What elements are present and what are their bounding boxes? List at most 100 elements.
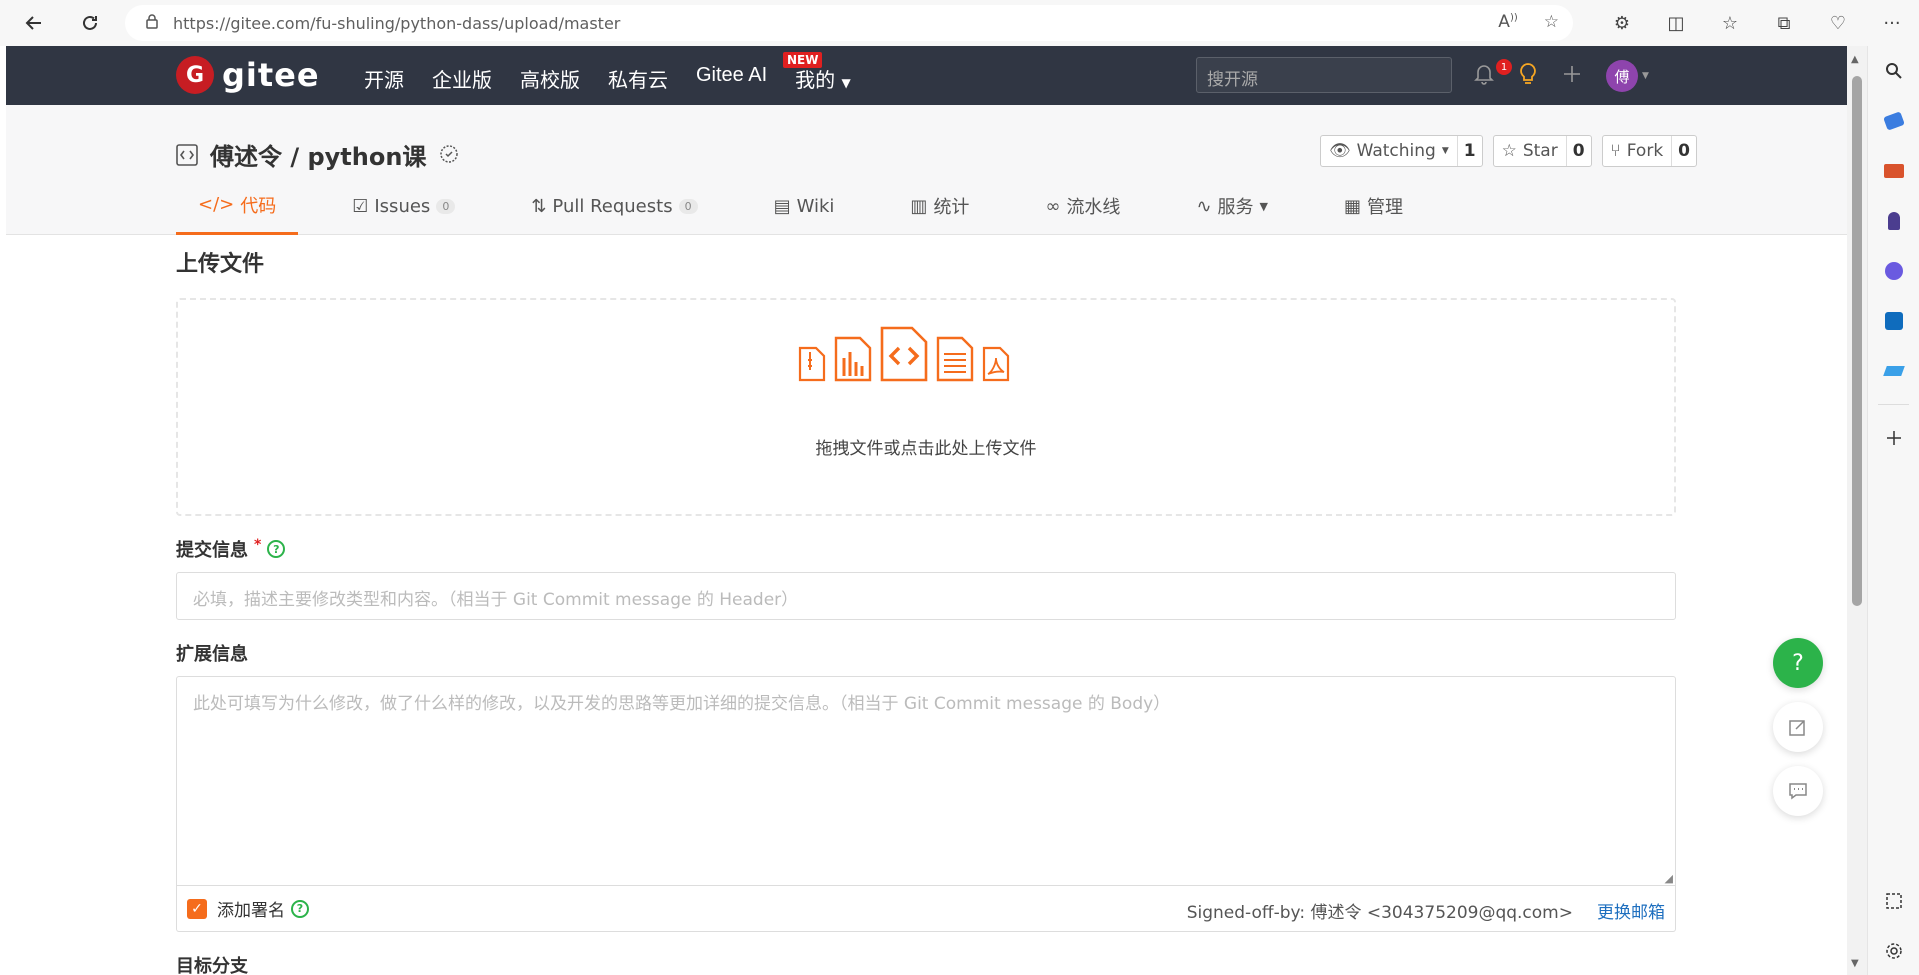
settings-gear-icon[interactable] xyxy=(1868,926,1919,975)
feedback-edit-button[interactable] xyxy=(1773,702,1823,752)
tab-manage[interactable]: ▦ 管理 xyxy=(1322,187,1425,235)
url-text: https://gitee.com/fu-shuling/python-dass… xyxy=(173,13,621,33)
back-button[interactable] xyxy=(16,5,52,41)
resize-handle-icon[interactable]: ◢ xyxy=(1665,872,1673,885)
favorite-star-icon[interactable]: ☆ xyxy=(1544,12,1559,32)
file-type-icons xyxy=(798,326,1010,382)
watching-button[interactable]: 👁 Watching ▼ 1 xyxy=(1320,135,1483,167)
search-icon[interactable] xyxy=(1868,46,1919,96)
fork-icon: ⑂ xyxy=(1610,141,1621,161)
scroll-up-arrow-icon[interactable]: ▲ xyxy=(1851,54,1859,65)
caret-down-icon: ▼ xyxy=(1259,199,1268,213)
address-bar[interactable]: https://gitee.com/fu-shuling/python-dass… xyxy=(125,5,1573,41)
upload-dropzone[interactable]: 拖拽文件或点击此处上传文件 xyxy=(176,298,1676,516)
add-signature-checkbox[interactable]: ✓ xyxy=(187,898,207,919)
top-navigation: 开源 企业版 高校版 私有云 Gitee AI 我的 ▼ xyxy=(364,64,879,93)
zip-file-icon xyxy=(798,346,826,382)
pdf-file-icon xyxy=(982,346,1010,382)
avatar-caret-icon[interactable]: ▼ xyxy=(1642,71,1649,81)
tab-pipeline[interactable]: ∞ 流水线 xyxy=(1023,187,1142,235)
commit-message-input[interactable]: 必填，描述主要修改类型和内容。（相当于 Git Commit message 的… xyxy=(176,572,1676,620)
chess-icon[interactable] xyxy=(1868,196,1919,246)
extensions-icon[interactable]: ⚙ xyxy=(1595,6,1649,40)
repo-tabs: </> 代码 ☑ Issues 0 ⇅ Pull Requests 0 ▤ Wi… xyxy=(176,187,1457,235)
watching-count[interactable]: 1 xyxy=(1458,136,1482,166)
user-avatar[interactable]: 傅 xyxy=(1606,60,1638,92)
star-count[interactable]: 0 xyxy=(1567,136,1591,166)
caret-down-icon: ▼ xyxy=(841,76,851,90)
scroll-thumb[interactable] xyxy=(1852,76,1862,606)
refresh-button[interactable] xyxy=(72,5,108,41)
outlook-icon[interactable] xyxy=(1868,296,1919,346)
signed-off-by-text: Signed-off-by: 傅述令 <304375209@qq.com> xyxy=(1186,903,1573,923)
star-button[interactable]: ☆ Star 0 xyxy=(1492,135,1592,167)
header-search-input[interactable]: 搜开源 xyxy=(1196,57,1452,93)
pull-requests-count: 0 xyxy=(678,198,698,214)
repo-name[interactable]: 傅述令 / python课 xyxy=(210,137,426,172)
tab-issues[interactable]: ☑ Issues 0 xyxy=(330,187,477,235)
gitee-header: G gitee 开源 企业版 高校版 私有云 Gitee AI 我的 ▼ NEW… xyxy=(6,46,1847,105)
extended-message-placeholder: 此处可填写为什么修改，做了什么样的修改，以及开发的思路等更加详细的提交信息。（相… xyxy=(193,694,1171,714)
copilot-icon[interactable] xyxy=(1868,246,1919,296)
signoff-row: ✓ 添加署名 ? Signed-off-by: 傅述令 <304375209@q… xyxy=(176,886,1676,932)
toolbox-icon[interactable] xyxy=(1868,146,1919,196)
tab-services[interactable]: ∿ 服务 ▼ xyxy=(1174,187,1290,235)
read-aloud-icon[interactable]: A)) xyxy=(1498,12,1517,32)
nav-mine[interactable]: 我的 ▼ xyxy=(795,64,851,93)
add-icon[interactable] xyxy=(1868,413,1919,463)
star-icon: ☆ xyxy=(1501,141,1517,161)
back-arrow-icon xyxy=(25,16,41,30)
upload-form: 上传文件 拖拽文件或点击此处上传文件 提交信息 * ? 必填，描述主要修改类型和… xyxy=(176,246,1676,975)
scroll-down-arrow-icon[interactable]: ▼ xyxy=(1851,958,1859,969)
nav-private-cloud[interactable]: 私有云 xyxy=(608,64,668,93)
create-plus-icon[interactable] xyxy=(1562,64,1582,88)
issues-icon: ☑ xyxy=(352,195,369,217)
required-asterisk: * xyxy=(254,537,262,553)
pipeline-icon: ∞ xyxy=(1045,195,1061,217)
favorites-icon[interactable]: ☆ xyxy=(1703,6,1757,40)
issues-count: 0 xyxy=(436,198,456,214)
help-float-button[interactable]: ? xyxy=(1773,638,1823,688)
collections-icon[interactable]: ⧉ xyxy=(1757,6,1811,40)
pulse-icon: ∿ xyxy=(1196,195,1212,217)
signature-help-icon[interactable]: ? xyxy=(291,899,309,918)
tab-wiki[interactable]: ▤ Wiki xyxy=(752,187,857,235)
more-menu-icon[interactable]: ··· xyxy=(1865,6,1919,40)
code-file-icon xyxy=(880,326,928,382)
chat-button[interactable] xyxy=(1773,766,1823,816)
tab-code[interactable]: </> 代码 xyxy=(176,187,299,235)
gitee-logo[interactable]: G gitee xyxy=(176,56,320,94)
refresh-icon xyxy=(83,15,97,30)
target-branch-label: 目标分支 xyxy=(176,956,248,975)
lightbulb-icon[interactable] xyxy=(1518,62,1538,90)
eye-icon: 👁 xyxy=(1329,141,1351,161)
nav-gitee-ai[interactable]: Gitee AI xyxy=(696,64,767,93)
fork-count[interactable]: 0 xyxy=(1672,136,1696,166)
screenshot-icon[interactable] xyxy=(1868,876,1919,926)
split-screen-icon[interactable]: ◫ xyxy=(1649,6,1703,40)
tag-icon[interactable] xyxy=(1868,96,1919,146)
edit-note-icon xyxy=(1789,720,1805,736)
tab-pull-requests[interactable]: ⇅ Pull Requests 0 xyxy=(509,187,719,235)
tab-stats[interactable]: ▥ 统计 xyxy=(888,187,991,235)
new-badge: NEW xyxy=(783,52,823,68)
nav-enterprise[interactable]: 企业版 xyxy=(432,64,492,93)
notification-bell-icon[interactable]: 1 xyxy=(1474,59,1512,89)
sidebar-divider xyxy=(1878,404,1909,405)
send-icon[interactable] xyxy=(1868,346,1919,396)
page-scrollbar[interactable]: ▲ ▼ xyxy=(1847,46,1867,975)
health-icon[interactable]: ♡ xyxy=(1811,6,1865,40)
gitee-g-icon: G xyxy=(176,56,214,94)
gitee-page: G gitee 开源 企业版 高校版 私有云 Gitee AI 我的 ▼ NEW… xyxy=(6,46,1847,975)
extended-message-textarea[interactable]: 此处可填写为什么修改，做了什么样的修改，以及开发的思路等更加详细的提交信息。（相… xyxy=(176,676,1676,886)
change-email-link[interactable]: 更换邮箱 xyxy=(1597,898,1665,923)
help-icon[interactable]: ? xyxy=(267,540,286,558)
manage-doc-icon: ▦ xyxy=(1344,195,1362,217)
nav-open-source[interactable]: 开源 xyxy=(364,64,404,93)
nav-university[interactable]: 高校版 xyxy=(520,64,580,93)
caret-down-icon: ▼ xyxy=(1441,146,1449,156)
badge-award-icon[interactable] xyxy=(438,144,460,166)
commit-message-label: 提交信息 * ? xyxy=(176,536,1676,562)
fork-button[interactable]: ⑂ Fork 0 xyxy=(1601,135,1698,167)
chart-file-icon xyxy=(834,336,872,382)
